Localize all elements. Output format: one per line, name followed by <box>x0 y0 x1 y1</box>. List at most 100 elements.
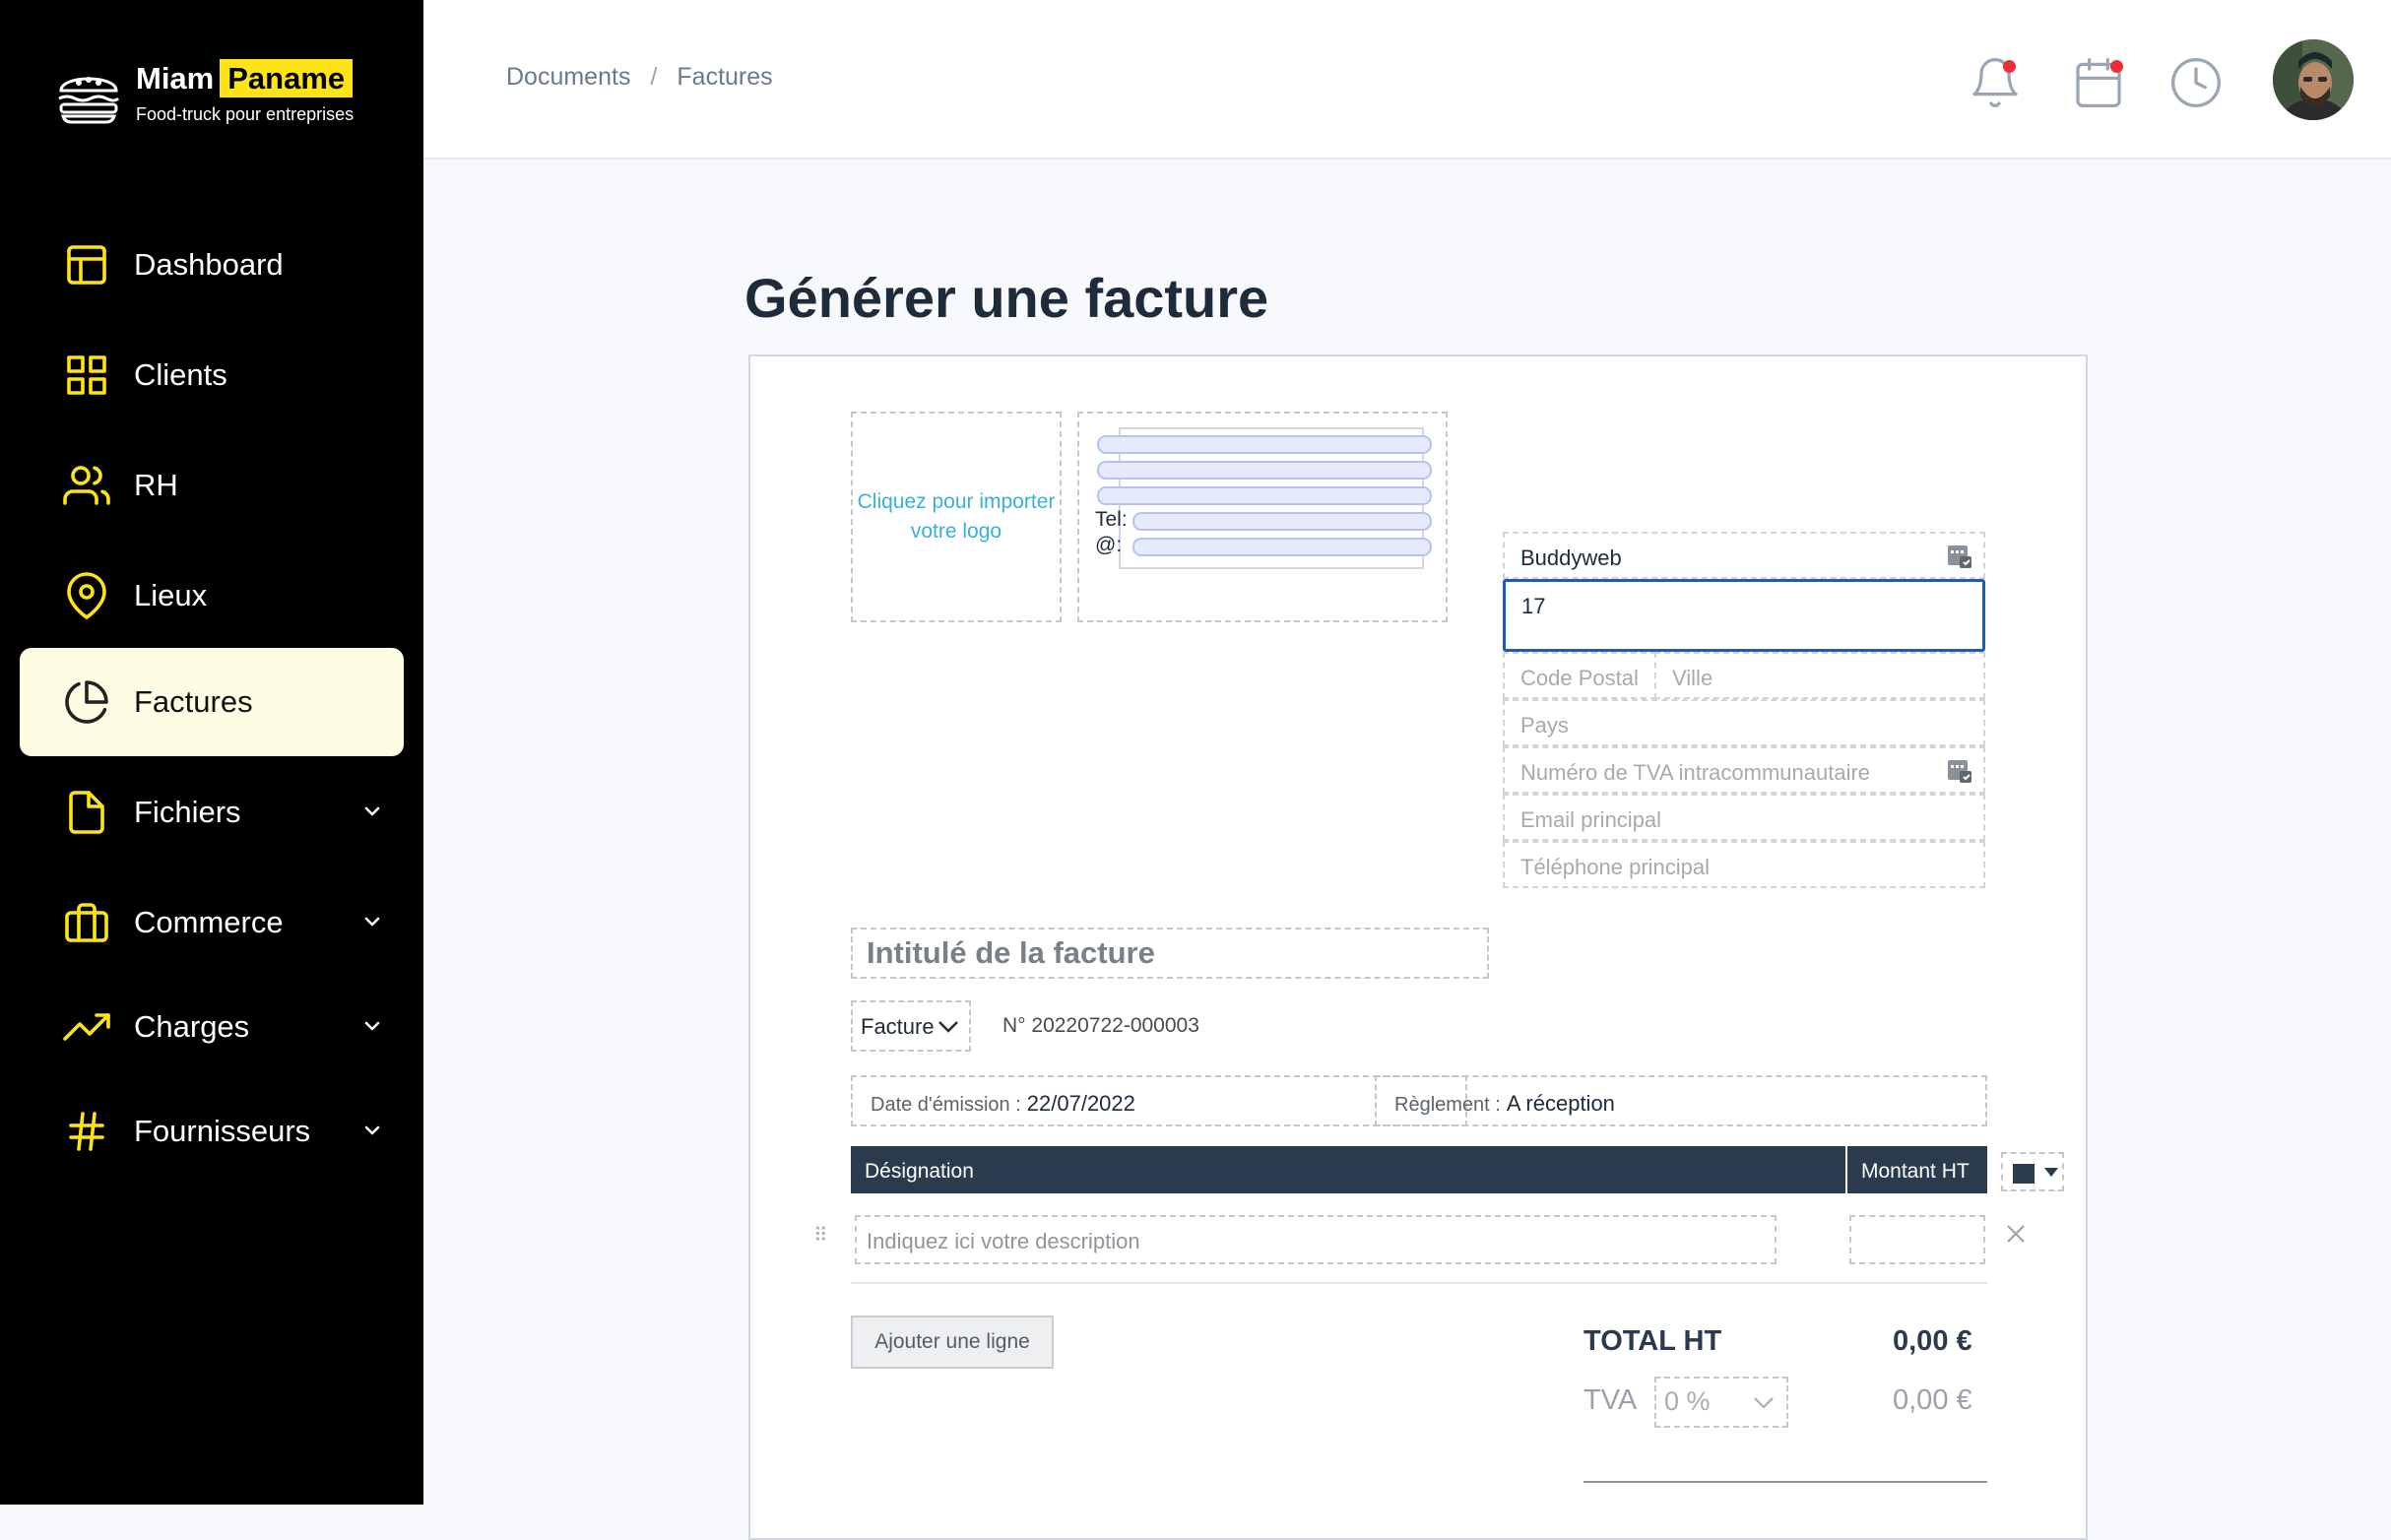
color-swatch <box>2013 1164 2035 1184</box>
avatar[interactable] <box>2273 39 2354 120</box>
client-vat-placeholder: Numéro de TVA intracommunautaire <box>1520 760 1871 785</box>
client-city-field[interactable]: Ville <box>1654 652 1985 699</box>
page-title: Générer une facture <box>744 266 1269 329</box>
issue-date-value: 22/07/2022 <box>1026 1091 1135 1116</box>
sidebar-item-label: Charges <box>134 1009 250 1044</box>
delete-line-icon[interactable] <box>2003 1221 2029 1247</box>
calendar-button[interactable] <box>2071 55 2126 110</box>
client-phone-field[interactable]: Téléphone principal <box>1503 841 1985 888</box>
sender-email-label: @: <box>1095 534 1123 556</box>
burger-logo-icon <box>58 77 120 124</box>
file-icon <box>63 789 110 836</box>
tva-amount-value: 0,00 € <box>1893 1384 1972 1416</box>
sender-company-field[interactable] <box>1097 435 1432 454</box>
client-name-value: Buddyweb <box>1520 545 1622 570</box>
logo-upload[interactable]: Cliquez pour importer votre logo <box>851 412 1062 622</box>
payment-terms-field[interactable]: Règlement :A réception <box>1375 1075 1987 1126</box>
hash-icon <box>63 1108 110 1155</box>
invoice-number: N° 20220722-000003 <box>1002 1014 1199 1037</box>
sidebar-item-commerce[interactable]: Commerce <box>20 868 404 977</box>
header-color-picker[interactable] <box>2001 1152 2064 1191</box>
breadcrumb: Documents / Factures <box>506 63 773 92</box>
chevron-down-icon[interactable] <box>360 800 384 823</box>
client-country-field[interactable]: Pays <box>1503 699 1985 746</box>
pie-chart-icon <box>63 678 110 726</box>
client-address-field[interactable]: 17 <box>1503 579 1985 652</box>
line-amount-field[interactable] <box>1849 1215 1985 1264</box>
user-avatar-image <box>2273 39 2354 120</box>
brand-name: Miam Paname <box>136 59 354 97</box>
notifications-button[interactable] <box>1968 55 2023 110</box>
breadcrumb-separator: / <box>650 63 658 91</box>
sidebar-item-fichiers[interactable]: Fichiers <box>20 758 404 866</box>
sidebar-item-label: Fichiers <box>134 795 241 829</box>
row-divider <box>851 1282 1987 1284</box>
sender-email-field[interactable] <box>1132 538 1432 556</box>
breadcrumb-factures[interactable]: Factures <box>677 63 772 91</box>
total-ht-value: 0,00 € <box>1893 1325 1972 1357</box>
sidebar-item-fournisseurs[interactable]: Fournisseurs <box>20 1077 404 1186</box>
sidebar-item-lieux[interactable]: Lieux <box>20 542 404 650</box>
invoice-title-placeholder: Intitulé de la facture <box>867 935 1155 970</box>
invoice-title-field[interactable]: Intitulé de la facture <box>851 928 1489 979</box>
client-name-field[interactable]: Buddyweb <box>1503 532 1985 579</box>
add-line-button[interactable]: Ajouter une ligne <box>851 1315 1054 1369</box>
sidebar-item-clients[interactable]: Clients <box>20 321 404 429</box>
sidebar-item-label: Lieux <box>134 578 208 612</box>
client-email-placeholder: Email principal <box>1520 807 1662 832</box>
sidebar-item-dashboard[interactable]: Dashboard <box>20 211 404 319</box>
drag-handle-icon[interactable]: ⠿ <box>813 1223 828 1248</box>
sender-block[interactable]: Tel: @: <box>1077 412 1448 622</box>
client-postal-field[interactable]: Code Postal <box>1503 652 1656 699</box>
line-description-field[interactable]: Indiquez ici votre description <box>855 1215 1777 1264</box>
document-type-value: Facture <box>861 1014 935 1039</box>
client-email-field[interactable]: Email principal <box>1503 794 1985 841</box>
trending-up-icon <box>63 1003 110 1051</box>
sender-tel-label: Tel: <box>1095 508 1128 531</box>
client-country-placeholder: Pays <box>1520 713 1569 738</box>
sidebar-item-factures[interactable]: Factures <box>20 648 404 756</box>
breadcrumb-documents[interactable]: Documents <box>506 63 630 91</box>
chevron-down-icon[interactable] <box>360 1119 384 1142</box>
sidebar: Miam Paname Food-truck pour entreprises D… <box>0 0 423 1505</box>
history-button[interactable] <box>2168 55 2224 110</box>
client-phone-placeholder: Téléphone principal <box>1520 855 1711 879</box>
total-ht-label: TOTAL HT <box>1583 1325 1722 1357</box>
contacts-book-icon[interactable] <box>1946 757 1973 785</box>
tva-rate-value: 0 % <box>1664 1386 1711 1416</box>
topbar: Documents / Factures <box>423 0 2391 160</box>
invoice-document: Cliquez pour importer votre logo Tel: @:… <box>748 354 2088 1540</box>
column-designation: Désignation <box>851 1146 1845 1193</box>
notification-dot <box>2003 60 2016 73</box>
sidebar-item-label: Clients <box>134 357 227 392</box>
contacts-book-icon[interactable] <box>1946 543 1973 570</box>
chevron-down-icon[interactable] <box>360 910 384 933</box>
chevron-down-icon <box>1754 1397 1774 1409</box>
sidebar-item-label: Factures <box>134 684 253 719</box>
calendar-dot <box>2110 60 2123 73</box>
client-postal-placeholder: Code Postal <box>1520 666 1639 690</box>
client-address-value: 17 <box>1521 594 1546 618</box>
sender-city-field[interactable] <box>1097 486 1432 505</box>
sidebar-item-label: RH <box>134 468 178 502</box>
briefcase-icon <box>63 899 110 946</box>
brand-tagline: Food-truck pour entreprises <box>136 104 355 124</box>
sender-tel-field[interactable] <box>1132 512 1432 531</box>
brand-highlight: Paname <box>220 59 354 97</box>
sidebar-item-rh[interactable]: RH <box>20 431 404 540</box>
users-icon <box>63 462 110 509</box>
payment-terms-label: Règlement : <box>1394 1094 1501 1116</box>
tva-rate-select[interactable]: 0 % <box>1654 1377 1788 1428</box>
line-description-placeholder: Indiquez ici votre description <box>867 1229 1140 1253</box>
client-vat-field[interactable]: Numéro de TVA intracommunautaire <box>1503 746 1985 794</box>
document-type-select[interactable]: Facture <box>851 1000 971 1052</box>
tva-label: TVA <box>1583 1384 1638 1416</box>
sidebar-item-charges[interactable]: Charges <box>20 973 404 1081</box>
sender-address-field[interactable] <box>1097 461 1432 480</box>
client-city-placeholder: Ville <box>1672 666 1713 690</box>
clock-icon <box>2171 58 2221 107</box>
chevron-down-icon[interactable] <box>360 1014 384 1038</box>
chevron-down-icon <box>938 1021 958 1033</box>
payment-terms-value: A réception <box>1506 1091 1615 1116</box>
caret-down-icon <box>2044 1168 2058 1177</box>
